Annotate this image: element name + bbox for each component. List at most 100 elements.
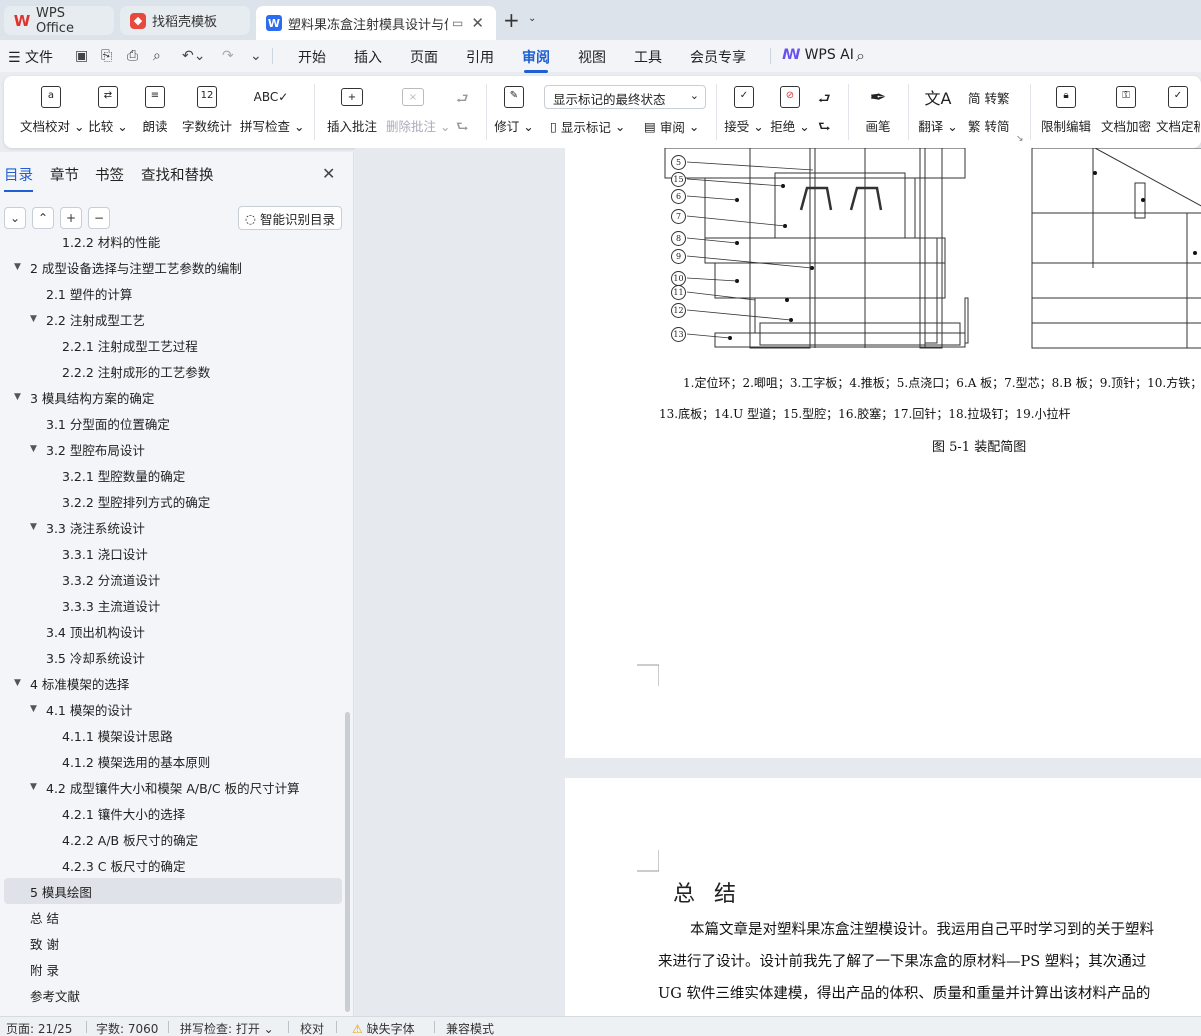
toc-item[interactable]: 3.3.2 分流道设计 bbox=[0, 566, 345, 592]
expand-arrow-icon[interactable]: ▼ bbox=[30, 782, 37, 792]
to-traditional-button[interactable]: 简 转繁 bbox=[968, 88, 1010, 107]
toc-item[interactable]: 4.2.3 C 板尺寸的确定 bbox=[0, 852, 345, 878]
search-icon[interactable]: ⌕ bbox=[856, 46, 865, 66]
word-count-button[interactable]: 12 字数统计 bbox=[180, 82, 234, 135]
compare-button[interactable]: ⇄ 比较 ⌄ bbox=[88, 82, 128, 135]
smart-toc-button[interactable]: ◌ 智能识别目录 bbox=[238, 206, 342, 230]
toc-item[interactable]: 5 模具绘图 bbox=[4, 878, 342, 904]
new-tab-icon[interactable]: + bbox=[503, 8, 520, 32]
screen-icon[interactable]: ▭ bbox=[452, 16, 463, 30]
toc-item[interactable]: 3.2.2 型腔排列方式的确定 bbox=[0, 488, 345, 514]
tab-bookmarks[interactable]: 书签 bbox=[95, 164, 124, 185]
menu-file[interactable]: ☰ 文件 bbox=[8, 47, 53, 67]
print-preview-icon[interactable]: ⌕ bbox=[153, 48, 161, 64]
print-icon[interactable]: ⎙ bbox=[127, 48, 138, 64]
menu-page[interactable]: 页面 bbox=[410, 47, 438, 67]
expand-arrow-icon[interactable]: ▼ bbox=[30, 314, 37, 324]
toc-item[interactable]: 2.1 塑件的计算 bbox=[0, 280, 345, 306]
tab-template[interactable]: ◆ 找稻壳模板 bbox=[120, 6, 250, 35]
document-area[interactable]: 5 15 6 7 8 9 10 11 12 13 1.定位环；2.唧咀；3.工字板；4.推板；5.… bbox=[355, 148, 1201, 1016]
toc-item[interactable]: 3.3.3 主流道设计 bbox=[0, 592, 345, 618]
markup-state-select[interactable]: 显示标记的最终状态 ⌄ bbox=[544, 85, 706, 109]
toc-item[interactable]: 4.2.1 镶件大小的选择 bbox=[0, 800, 345, 826]
toc-item[interactable]: 参考文献 bbox=[0, 982, 345, 1008]
toc-item[interactable]: 3.4 顶出机构设计 bbox=[0, 618, 345, 644]
proof-indicator[interactable]: 校对 bbox=[300, 1020, 324, 1036]
track-changes-button[interactable]: ✎ 修订 ⌄ bbox=[494, 82, 534, 135]
toc-item[interactable]: 2.2.2 注射成形的工艺参数 bbox=[0, 358, 345, 384]
expand-icon[interactable]: ↘ bbox=[1016, 134, 1024, 144]
chevron-down-icon[interactable]: ⌄ bbox=[528, 13, 536, 24]
toc-item[interactable]: 总 结 bbox=[0, 904, 345, 930]
add-heading-icon[interactable]: + bbox=[60, 207, 82, 229]
finalize-button[interactable]: ✓ 文档定稿 bbox=[1156, 82, 1200, 135]
read-aloud-button[interactable]: ≡ 朗读 bbox=[138, 82, 172, 135]
toc-item[interactable]: 附 录 bbox=[0, 956, 345, 982]
to-simplified-button[interactable]: 繁 转简 bbox=[968, 116, 1010, 135]
spell-check-button[interactable]: ABC✓ 拼写检查 ⌄ bbox=[240, 82, 304, 135]
expand-arrow-icon[interactable]: ▼ bbox=[14, 262, 21, 272]
next-comment-icon[interactable]: ⮑ bbox=[456, 116, 469, 140]
toc-item[interactable]: 4.2.2 A/B 板尺寸的确定 bbox=[0, 826, 345, 852]
toc-item[interactable]: ▼ 3.2 型腔布局设计 bbox=[0, 436, 345, 462]
redo-icon[interactable]: ↷ bbox=[222, 48, 234, 64]
close-icon[interactable]: ✕ bbox=[322, 164, 335, 183]
spell-check-indicator[interactable]: 拼写检查: 打开 ⌄ bbox=[180, 1020, 274, 1036]
document-page[interactable]: 5 15 6 7 8 9 10 11 12 13 1.定位环；2.唧咀；3.工字板；4.推板；5.… bbox=[565, 148, 1201, 758]
toc-item[interactable]: 3.5 冷却系统设计 bbox=[0, 644, 345, 670]
tab-find-replace[interactable]: 查找和替换 bbox=[141, 164, 214, 185]
toc-item[interactable]: ▼ 3.3 浇注系统设计 bbox=[0, 514, 345, 540]
tab-chapters[interactable]: 章节 bbox=[50, 164, 79, 185]
more-chevron-icon[interactable]: ⌄ bbox=[250, 48, 262, 64]
menu-member[interactable]: 会员专享 bbox=[690, 47, 746, 67]
review-pane-button[interactable]: ▤ 审阅 ⌄ bbox=[644, 117, 699, 136]
toc-item[interactable]: 2.2.1 注射成型工艺过程 bbox=[0, 332, 345, 358]
missing-font-indicator[interactable]: ⚠ 缺失字体 bbox=[352, 1020, 415, 1036]
tab-wps-office[interactable]: W WPS Office bbox=[4, 6, 114, 36]
toc-item[interactable]: 3.2.1 型腔数量的确定 bbox=[0, 462, 345, 488]
encrypt-button[interactable]: ⚿ 文档加密 bbox=[1100, 82, 1152, 135]
undo-icon[interactable]: ↶⌄ bbox=[182, 48, 205, 64]
word-count-indicator[interactable]: 字数: 7060 bbox=[96, 1020, 158, 1036]
collapse-all-icon[interactable]: ⌄ bbox=[4, 207, 26, 229]
previous-comment-icon[interactable]: ⮐ bbox=[456, 88, 469, 112]
menu-insert[interactable]: 插入 bbox=[354, 47, 382, 67]
remove-heading-icon[interactable]: − bbox=[88, 207, 110, 229]
menu-tools[interactable]: 工具 bbox=[634, 47, 662, 67]
page-indicator[interactable]: 页面: 21/25 bbox=[6, 1020, 72, 1036]
toc-item[interactable]: 3.3.1 浇口设计 bbox=[0, 540, 345, 566]
toc-item[interactable]: ▼ 2.2 注射成型工艺 bbox=[0, 306, 345, 332]
translate-button[interactable]: 文A 翻译 ⌄ bbox=[918, 82, 958, 135]
wps-ai-button[interactable]: ꟿ WPS AI bbox=[782, 47, 854, 63]
expand-arrow-icon[interactable]: ▼ bbox=[14, 678, 21, 688]
next-change-icon[interactable]: ⮑ bbox=[818, 116, 831, 140]
menu-view[interactable]: 视图 bbox=[578, 47, 606, 67]
menu-review[interactable]: 审阅 bbox=[522, 47, 550, 73]
toc-item[interactable]: 4.1.1 模架设计思路 bbox=[0, 722, 345, 748]
expand-up-icon[interactable]: ⌃ bbox=[32, 207, 54, 229]
sidebar-scrollbar[interactable] bbox=[345, 712, 350, 1012]
document-page[interactable]: 总 结 本篇文章是对塑料果冻盒注塑模设计。我运用自己平时学习到的关于塑料 来进行… bbox=[565, 778, 1201, 1016]
pen-button[interactable]: ✒ 画笔 bbox=[858, 82, 898, 135]
toc-item[interactable]: ▼ 3 模具结构方案的确定 bbox=[0, 384, 345, 410]
reject-button[interactable]: ⊘ 拒绝 ⌄ bbox=[770, 82, 810, 135]
toc-item[interactable]: ▼ 4.2 成型镶件大小和模架 A/B/C 板的尺寸计算 bbox=[0, 774, 345, 800]
tab-document[interactable]: W 塑料果冻盒注射模具设计与优化 ▭ ✕ bbox=[256, 6, 496, 40]
proofread-button[interactable]: a 文档校对 ⌄ bbox=[20, 82, 84, 135]
insert-comment-button[interactable]: + 插入批注 bbox=[326, 82, 378, 135]
menu-references[interactable]: 引用 bbox=[466, 47, 494, 67]
toc-item[interactable]: 3.1 分型面的位置确定 bbox=[0, 410, 345, 436]
toc-item[interactable]: 致 谢 bbox=[0, 930, 345, 956]
export-icon[interactable]: ⎘ bbox=[101, 48, 112, 64]
tab-toc[interactable]: 目录 bbox=[4, 164, 33, 192]
toc-item[interactable]: ▼ 2 成型设备选择与注塑工艺参数的编制 bbox=[0, 254, 345, 280]
expand-arrow-icon[interactable]: ▼ bbox=[14, 392, 21, 402]
previous-change-icon[interactable]: ⮐ bbox=[818, 88, 831, 112]
toc-item[interactable]: 1.2.2 材料的性能 bbox=[0, 228, 345, 254]
show-markup-button[interactable]: ▯ 显示标记 ⌄ bbox=[550, 117, 625, 136]
expand-arrow-icon[interactable]: ▼ bbox=[30, 704, 37, 714]
delete-comment-button[interactable]: × 删除批注 ⌄ bbox=[386, 82, 450, 135]
toc-item[interactable]: ▼ 4.1 模架的设计 bbox=[0, 696, 345, 722]
save-icon[interactable]: ▣ bbox=[75, 48, 88, 64]
toc-item[interactable]: 4.1.2 模架选用的基本原则 bbox=[0, 748, 345, 774]
